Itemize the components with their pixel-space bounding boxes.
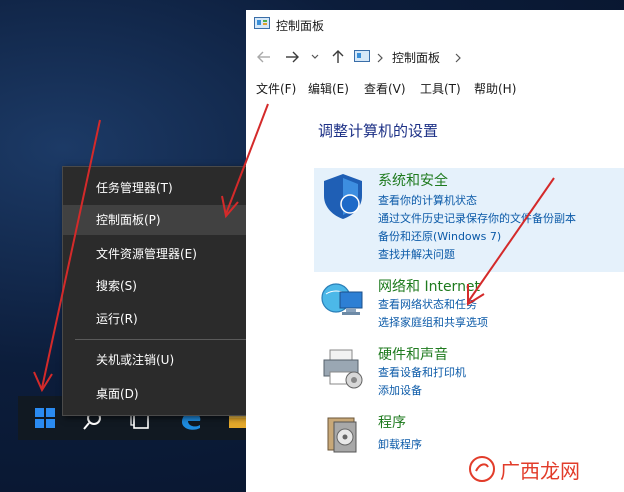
page-heading: 调整计算机的设置: [318, 122, 439, 140]
link-devices-printers[interactable]: 查看设备和打印机: [378, 364, 466, 380]
windows-logo-icon: [35, 408, 55, 428]
title-bar: 控制面板: [246, 10, 624, 40]
category-title[interactable]: 程序: [378, 412, 406, 432]
forward-arrow-icon[interactable]: [284, 49, 300, 65]
menu-item-shutdown-label: 关机或注销(U): [96, 353, 175, 367]
link-file-history[interactable]: 通过文件历史记录保存你的文件备份副本: [378, 210, 576, 226]
category-title[interactable]: 系统和安全: [378, 170, 448, 190]
up-arrow-icon[interactable]: [330, 49, 346, 65]
address-control-panel-icon: [354, 50, 370, 62]
menu-bar: 文件(F) 编辑(E) 查看(V) 工具(T) 帮助(H): [246, 76, 624, 98]
link-add-device[interactable]: 添加设备: [378, 382, 422, 398]
menu-help[interactable]: 帮助(H): [474, 80, 516, 97]
control-panel-window: 控制面板 控制面板 文件(F) 编辑(E) 查看(V) 工具(T) 帮助(H) …: [246, 10, 624, 492]
menu-file[interactable]: 文件(F): [256, 80, 296, 97]
category-system-security[interactable]: 系统和安全 查看你的计算机状态 通过文件历史记录保存你的文件备份副本 备份和还原…: [314, 168, 624, 272]
menu-tools[interactable]: 工具(T): [420, 80, 461, 97]
window-title: 控制面板: [276, 19, 325, 33]
link-network-status[interactable]: 查看网络状态和任务: [378, 296, 477, 312]
control-panel-icon: [254, 17, 270, 29]
category-network-internet[interactable]: 网络和 Internet 查看网络状态和任务 选择家庭组和共享选项: [314, 274, 624, 332]
recent-locations-chevron-icon[interactable]: [310, 53, 320, 61]
category-hardware-sound[interactable]: 硬件和声音 查看设备和打印机 添加设备: [314, 342, 624, 400]
breadcrumb-control-panel[interactable]: 控制面板: [392, 49, 440, 66]
link-homegroup[interactable]: 选择家庭组和共享选项: [378, 314, 488, 330]
menu-view[interactable]: 查看(V): [364, 80, 406, 97]
breadcrumb-chevron-icon[interactable]: [376, 53, 384, 63]
address-bar: 控制面板: [246, 44, 624, 70]
menu-edit[interactable]: 编辑(E): [308, 80, 349, 97]
category-title[interactable]: 硬件和声音: [378, 344, 448, 364]
back-arrow-icon[interactable]: [256, 49, 272, 65]
link-uninstall[interactable]: 卸载程序: [378, 436, 422, 452]
printer-icon: [323, 349, 363, 389]
watermark-text: 广西龙网: [500, 458, 580, 483]
breadcrumb-chevron-icon[interactable]: [454, 53, 462, 63]
watermark-logo-icon: [469, 456, 495, 482]
network-globe-icon: [321, 283, 363, 315]
category-title[interactable]: 网络和 Internet: [378, 276, 480, 296]
link-view-status[interactable]: 查看你的计算机状态: [378, 192, 477, 208]
watermark: 广西龙网: [468, 452, 618, 486]
category-programs[interactable]: 程序 卸载程序: [314, 410, 624, 458]
programs-disc-icon: [327, 417, 357, 453]
link-troubleshoot[interactable]: 查找并解决问题: [378, 246, 455, 262]
security-shield-icon: [324, 174, 362, 219]
link-backup-restore[interactable]: 备份和还原(Windows 7): [378, 228, 501, 244]
